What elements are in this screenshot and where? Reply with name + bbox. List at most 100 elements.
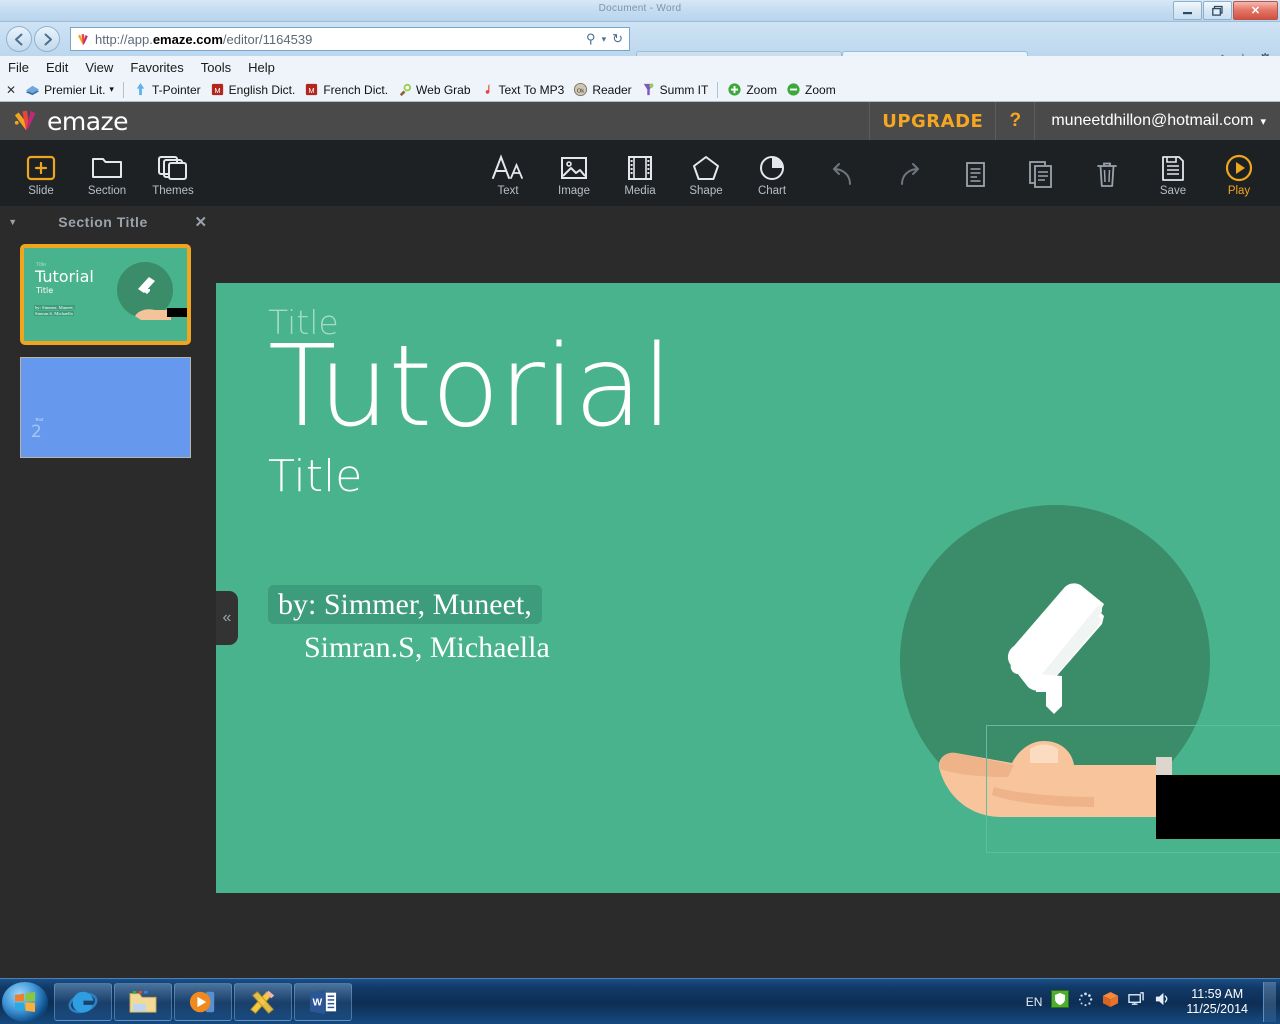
chevron-down-icon[interactable]: ▾ xyxy=(602,34,607,45)
insert-shape-button[interactable]: Shape xyxy=(673,140,739,206)
dictionary-icon: M xyxy=(210,82,225,97)
play-button[interactable]: Play xyxy=(1206,140,1272,206)
cube-icon[interactable] xyxy=(1102,991,1119,1013)
divider xyxy=(122,81,124,98)
themes-button[interactable]: Themes xyxy=(140,140,206,206)
bookmark-reader[interactable]: Ok Reader xyxy=(573,82,632,97)
chevron-down-icon[interactable]: ▼ xyxy=(0,217,26,227)
zoom-out-icon xyxy=(786,82,801,97)
menu-item-tools[interactable]: Tools xyxy=(201,60,231,75)
book-in-hand-illustration[interactable] xyxy=(900,283,1280,893)
svg-text:M: M xyxy=(309,86,315,95)
bookmark-label: T-Pointer xyxy=(151,82,201,97)
forward-button[interactable] xyxy=(34,26,60,52)
toolbar-label: Slide xyxy=(28,185,54,197)
slide-title[interactable]: Tutorial xyxy=(268,331,673,443)
insert-text-button[interactable]: Text xyxy=(475,140,541,206)
save-button[interactable]: Save xyxy=(1140,140,1206,206)
language-indicator[interactable]: EN xyxy=(1026,995,1043,1009)
duplicate-button[interactable] xyxy=(1008,140,1074,206)
address-bar[interactable]: http://app.emaze.com/editor/1164539 ⚲ ▾ … xyxy=(70,27,630,51)
emaze-header-right: UPGRADE ? muneetdhillon@hotmail.com ▾ xyxy=(869,102,1280,140)
slide-thumbnail-1[interactable]: Title Tutorial Title by: Simmer, Muneet,… xyxy=(20,244,191,345)
bookmark-french-dict[interactable]: M French Dict. xyxy=(304,82,388,97)
search-icon[interactable]: ⚲ xyxy=(586,31,596,47)
toolbar-label: Play xyxy=(1227,185,1251,197)
trash-icon xyxy=(1094,156,1120,190)
menu-item-favorites[interactable]: Favorites xyxy=(130,60,183,75)
insert-chart-button[interactable]: Chart xyxy=(739,140,805,206)
menu-item-edit[interactable]: Edit xyxy=(46,60,68,75)
clock-date: 11/25/2014 xyxy=(1186,1001,1248,1016)
user-account-menu[interactable]: muneetdhillon@hotmail.com ▾ xyxy=(1035,102,1280,140)
bookmark-text-to-mp3[interactable]: Text To MP3 xyxy=(480,82,565,97)
window-title-bar: Document - Word ✕ xyxy=(0,0,1280,22)
browser-nav-bar: http://app.emaze.com/editor/1164539 ⚲ ▾ … xyxy=(0,22,1280,78)
emaze-logo[interactable]: emaze xyxy=(0,105,129,138)
back-button[interactable] xyxy=(6,26,32,52)
bookmark-web-grab[interactable]: Web Grab xyxy=(397,82,471,97)
thumb-book-icon xyxy=(138,277,155,294)
slide-subtitle[interactable]: Title xyxy=(268,451,362,502)
bookmark-premier-lit[interactable]: Premier Lit. ▾ xyxy=(25,82,114,97)
bookmark-english-dict[interactable]: M English Dict. xyxy=(210,82,295,97)
section-folder-icon xyxy=(91,149,123,183)
upgrade-button[interactable]: UPGRADE xyxy=(869,102,995,140)
bookmark-summ-it[interactable]: Summ IT xyxy=(641,82,709,97)
slide-thumbnail-2[interactable]: Text 2 xyxy=(20,357,191,458)
restore-button[interactable] xyxy=(1203,1,1232,20)
bookmark-zoom-out[interactable]: Zoom xyxy=(786,82,836,97)
taskbar-file-explorer[interactable] xyxy=(114,982,172,1021)
slides-sidebar: ▼ Section Title ✕ Title Tutorial Title b xyxy=(0,206,216,978)
menu-item-view[interactable]: View xyxy=(85,60,113,75)
selection-outline[interactable] xyxy=(986,725,1280,853)
slide-byline[interactable]: by: Simmer, Muneet, Simran.S, Michaella xyxy=(268,583,668,669)
paste-button[interactable] xyxy=(942,140,1008,206)
toolbar-label: Media xyxy=(624,185,656,197)
image-icon xyxy=(559,149,589,183)
insert-media-button[interactable]: Media xyxy=(607,140,673,206)
close-button[interactable]: ✕ xyxy=(1233,1,1278,20)
menu-item-help[interactable]: Help xyxy=(248,60,275,75)
add-section-button[interactable]: Section xyxy=(74,140,140,206)
menu-item-file[interactable]: File xyxy=(8,60,29,75)
taskbar-internet-explorer[interactable] xyxy=(54,982,112,1021)
taskbar-media-player[interactable] xyxy=(174,982,232,1021)
current-slide[interactable]: Title Tutorial Title by: Simmer, Muneet,… xyxy=(216,283,1280,893)
bookmark-label: Text To MP3 xyxy=(498,82,565,97)
close-icon[interactable]: ✕ xyxy=(6,83,16,97)
thumb-slide-number: 2 xyxy=(31,422,42,442)
bookmark-t-pointer[interactable]: T-Pointer xyxy=(133,82,201,97)
paste-icon xyxy=(962,156,988,190)
start-button[interactable] xyxy=(2,981,48,1022)
show-desktop-button[interactable] xyxy=(1263,981,1276,1022)
book-icon xyxy=(1007,583,1104,714)
taskbar-word[interactable]: W xyxy=(294,982,352,1021)
help-button[interactable]: ? xyxy=(995,102,1036,140)
clock[interactable]: 11:59 AM 11/25/2014 xyxy=(1180,987,1254,1017)
shield-icon[interactable] xyxy=(1051,990,1070,1013)
redo-button[interactable] xyxy=(876,140,942,206)
volume-icon[interactable] xyxy=(1154,991,1171,1012)
bookmark-label: Zoom xyxy=(746,82,778,97)
delete-button[interactable] xyxy=(1074,140,1140,206)
refresh-icon[interactable]: ↻ xyxy=(612,31,623,47)
undo-button[interactable] xyxy=(810,140,876,206)
close-icon[interactable]: ✕ xyxy=(186,213,216,231)
bookmark-label: Summ IT xyxy=(659,82,709,97)
sidebar-collapse-handle[interactable]: « xyxy=(216,591,238,645)
user-email-label: muneetdhillon@hotmail.com xyxy=(1051,112,1254,129)
bookmark-zoom-in[interactable]: Zoom xyxy=(727,82,777,97)
minimize-button[interactable] xyxy=(1173,1,1202,20)
emaze-favicon xyxy=(75,31,91,47)
svg-text:W: W xyxy=(313,997,323,1008)
taskbar-pencil-ruler-app[interactable] xyxy=(234,982,292,1021)
thumb-title: Tutorial xyxy=(35,267,94,286)
svg-text:M: M xyxy=(214,86,220,95)
network-icon[interactable] xyxy=(1128,991,1145,1012)
section-title-label[interactable]: Section Title xyxy=(26,214,186,230)
slide-byline-line2: Simran.S, Michaella xyxy=(304,631,550,664)
chevron-down-icon[interactable]: ▾ xyxy=(109,84,114,95)
insert-image-button[interactable]: Image xyxy=(541,140,607,206)
add-slide-button[interactable]: Slide xyxy=(8,140,74,206)
